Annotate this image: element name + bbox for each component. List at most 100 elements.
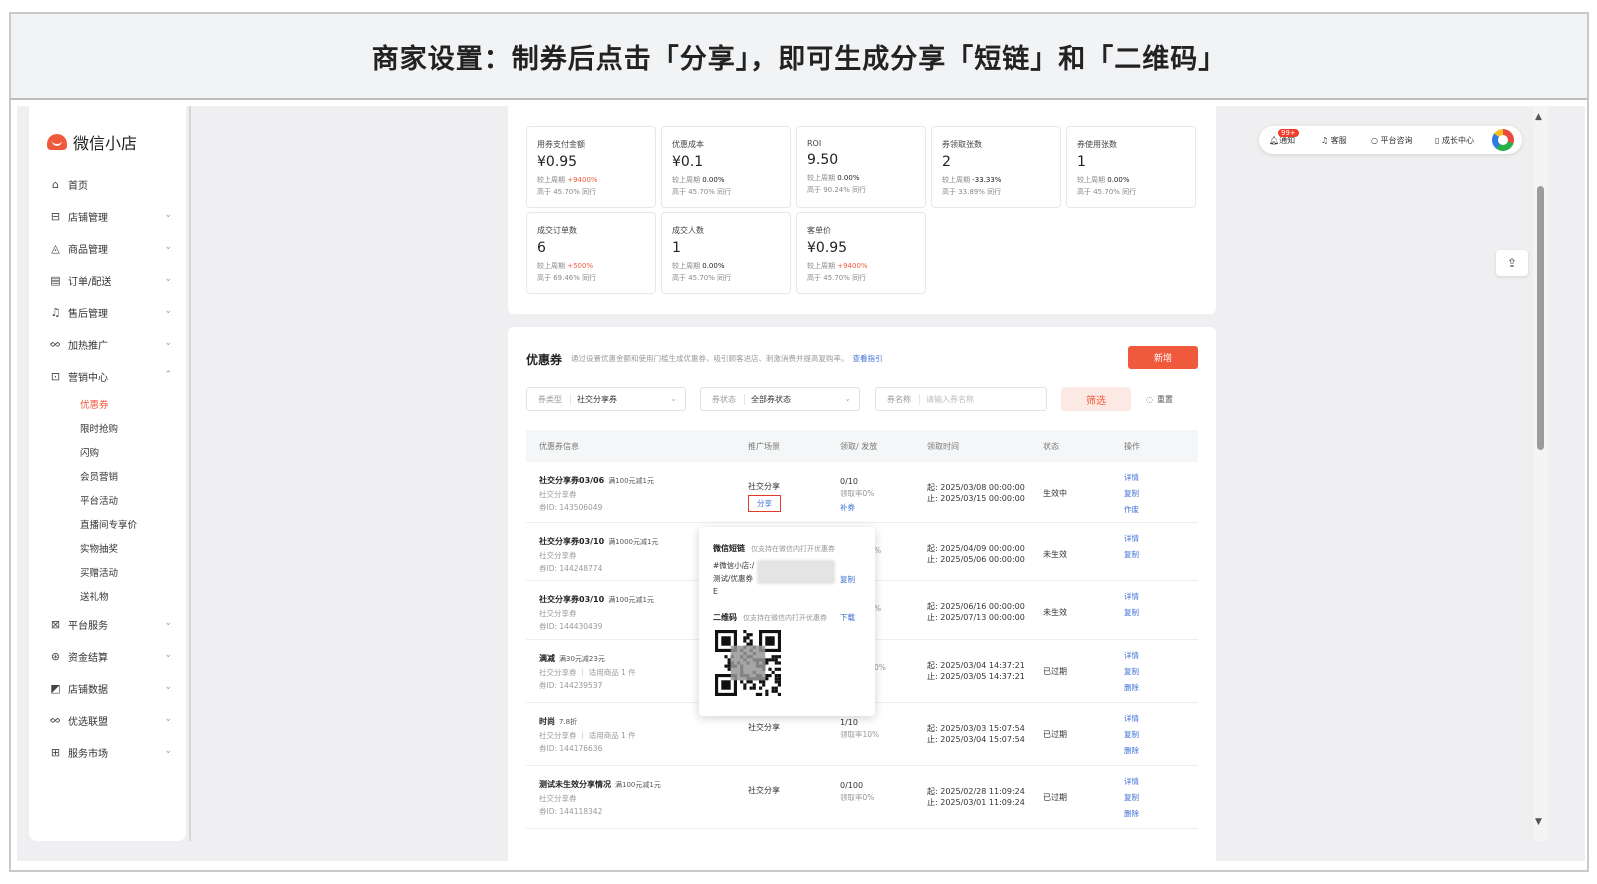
sidebar-subitem[interactable]: 闪购 bbox=[29, 440, 186, 464]
stat-compare: 较上周期 +500% bbox=[537, 261, 655, 271]
nav-icon: ᨖ bbox=[49, 713, 62, 726]
qr-module bbox=[774, 689, 778, 693]
qr-module bbox=[771, 689, 775, 693]
coupon-status-select[interactable]: 券状态 全部券状态 ⌄ bbox=[700, 387, 860, 411]
sidebar-item[interactable]: ⊡ 营销中心 ⌃ bbox=[29, 360, 186, 392]
coupon-name-text: 测试未生效分享情况 bbox=[539, 780, 611, 789]
coupon-claim-rate: 领取率0% bbox=[840, 489, 875, 498]
op-link[interactable]: 删除 bbox=[1124, 743, 1139, 759]
qr-module bbox=[771, 670, 775, 674]
reset-button[interactable]: ◌ 重置 bbox=[1146, 387, 1173, 411]
coupon-end: 止: 2025/03/05 14:37:21 bbox=[927, 672, 1025, 681]
op-link[interactable]: 复制 bbox=[1124, 727, 1139, 743]
sidebar-item[interactable]: ⊞ 服务市场 ⌄ bbox=[29, 736, 186, 768]
chat-icon: ○ bbox=[1371, 136, 1381, 145]
qr-module bbox=[730, 645, 766, 681]
sidebar-item[interactable]: ᨖ 优选联盟 ⌄ bbox=[29, 704, 186, 736]
qr-module bbox=[749, 680, 753, 684]
coupon-issued: 1/10 领取率10% bbox=[840, 717, 879, 741]
coupon-issued-count: 1/10 bbox=[840, 718, 858, 727]
op-link[interactable]: 删除 bbox=[1124, 806, 1139, 822]
sidebar-divider bbox=[189, 106, 191, 841]
coupon-claim-rate: 0% bbox=[874, 663, 886, 672]
sidebar-item-label: 平台服务 bbox=[68, 620, 108, 632]
download-qr-button[interactable]: 下载 bbox=[840, 612, 855, 623]
op-link[interactable]: 详情 bbox=[1124, 711, 1139, 727]
sidebar-subitem[interactable]: 限时抢购 bbox=[29, 416, 186, 440]
op-link[interactable]: 复制 bbox=[1124, 486, 1139, 502]
sidebar-item[interactable]: ⊛ 资金结算 ⌄ bbox=[29, 640, 186, 672]
consult-button[interactable]: ○ 平台咨询 bbox=[1371, 135, 1413, 146]
sidebar-item-label: 服务市场 bbox=[68, 748, 108, 760]
coupon-name-input[interactable]: 券名称 请输入券名称 bbox=[875, 387, 1047, 411]
filter-button[interactable]: 筛选 bbox=[1061, 387, 1131, 411]
shop-logo-icon bbox=[47, 134, 67, 150]
avatar[interactable] bbox=[1492, 129, 1514, 151]
share-button[interactable]: 分享 bbox=[748, 495, 781, 512]
sidebar-item[interactable]: ᨖ 加热推广 ⌄ bbox=[29, 328, 186, 360]
qr-module bbox=[746, 680, 750, 684]
op-link[interactable]: 详情 bbox=[1124, 774, 1139, 790]
service-button[interactable]: ♫ 客服 bbox=[1321, 135, 1347, 146]
nav-icon: ◬ bbox=[51, 241, 60, 255]
sidebar-subitem[interactable]: 平台活动 bbox=[29, 488, 186, 512]
sidebar-subitem[interactable]: 买赠活动 bbox=[29, 560, 186, 584]
coupon-name-text: 时尚 bbox=[539, 717, 555, 726]
sidebar-item[interactable]: ⊠ 平台服务 ⌄ bbox=[29, 608, 186, 640]
export-icon[interactable]: ⇪ bbox=[1496, 250, 1528, 276]
guide-link[interactable]: 查看指引 bbox=[853, 354, 883, 363]
sidebar-subitem[interactable]: 优惠券 bbox=[29, 392, 186, 416]
op-link[interactable]: 复制 bbox=[1124, 547, 1139, 563]
reissue-link[interactable]: 补券 bbox=[840, 500, 874, 516]
op-link[interactable]: 作废 bbox=[1124, 502, 1139, 518]
service-label: 客服 bbox=[1330, 136, 1347, 145]
sidebar-subitem[interactable]: 会员营销 bbox=[29, 464, 186, 488]
coupon-time: 起: 2025/06/16 00:00:00 止: 2025/07/13 00:0… bbox=[927, 601, 1025, 623]
qr-module bbox=[743, 683, 747, 687]
scroll-down-icon[interactable]: ▼ bbox=[1535, 817, 1542, 827]
growth-label: 成长中心 bbox=[1441, 136, 1474, 145]
coupon-type-select[interactable]: 券类型 社交分享券 ⌄ bbox=[526, 387, 686, 411]
qr-module bbox=[762, 680, 766, 684]
op-link[interactable]: 详情 bbox=[1124, 648, 1139, 664]
growth-button[interactable]: ▯ 成长中心 bbox=[1435, 135, 1474, 146]
sidebar-item[interactable]: ⊟ 店铺管理 ⌄ bbox=[29, 200, 186, 232]
op-link[interactable]: 复制 bbox=[1124, 664, 1139, 680]
stat-compare-prefix: 较上周期 bbox=[807, 174, 835, 182]
stat-compare-prefix: 较上周期 bbox=[807, 262, 835, 270]
qr-module bbox=[743, 639, 747, 643]
stat-peer: 高于 45.70% 同行 bbox=[537, 188, 597, 196]
qr-code-icon[interactable] bbox=[715, 630, 781, 696]
sidebar-item[interactable]: ⌂ 首页 bbox=[29, 168, 186, 200]
op-link[interactable]: 复制 bbox=[1124, 605, 1139, 621]
coupon-issued-count: 0/10 bbox=[840, 477, 858, 486]
sidebar-subitem[interactable]: 直播间专享价 bbox=[29, 512, 186, 536]
op-link[interactable]: 删除 bbox=[1124, 680, 1139, 696]
op-link[interactable]: 详情 bbox=[1124, 589, 1139, 605]
op-link[interactable]: 详情 bbox=[1124, 531, 1139, 547]
qr-module bbox=[746, 642, 750, 646]
sidebar-item[interactable]: ▤ 订单/配送 ⌄ bbox=[29, 264, 186, 296]
op-link[interactable]: 详情 bbox=[1124, 470, 1139, 486]
coupon-info: 社交分享券03/06 满100元减1元 社交分享券 券ID: 143506049 bbox=[539, 474, 654, 514]
sidebar-subitem[interactable]: 实物抽奖 bbox=[29, 536, 186, 560]
sidebar-item[interactable]: ♫ 售后管理 ⌄ bbox=[29, 296, 186, 328]
coupon-issued: 0% bbox=[874, 662, 886, 674]
op-link[interactable]: 复制 bbox=[1124, 790, 1139, 806]
short-link-note: 仅支持在微信内打开优惠券 bbox=[751, 545, 835, 553]
scroll-up-icon[interactable]: ▲ bbox=[1535, 112, 1542, 122]
logo[interactable]: 微信小店 bbox=[47, 130, 137, 154]
sidebar-item[interactable]: ◬ 商品管理 ⌄ bbox=[29, 232, 186, 264]
copy-link-button[interactable]: 复制 bbox=[840, 574, 855, 585]
sidebar-subitem[interactable]: 送礼物 bbox=[29, 584, 186, 608]
chevron-icon: ⌄ bbox=[164, 274, 172, 284]
nav-icon: ◩ bbox=[50, 681, 61, 695]
headset-icon: ♫ bbox=[1321, 136, 1331, 145]
scrollbar-thumb[interactable] bbox=[1537, 186, 1544, 450]
add-coupon-button[interactable]: 新增 bbox=[1128, 346, 1198, 369]
table-row: 测试未生效分享情况 满100元减1元 社交分享券 券ID: 144118342 社交分享… bbox=[526, 766, 1198, 829]
qr-module bbox=[743, 636, 747, 640]
sidebar-item[interactable]: ◩ 店铺数据 ⌄ bbox=[29, 672, 186, 704]
banner-title: 商家设置：制券后点击「分享」，即可生成分享「短链」和「二维码」 bbox=[371, 43, 1227, 75]
qr-label: 二维码 bbox=[713, 613, 737, 622]
